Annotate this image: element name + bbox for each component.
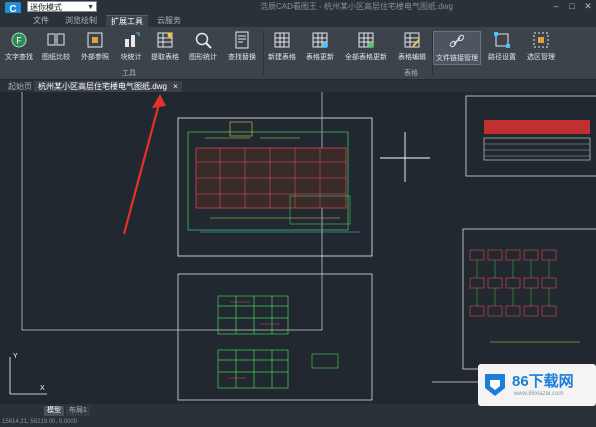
title-bar: C 迷你模式 ▼ 浩辰CAD看图王 - 杭州某小区高层住宅楼电气图纸.dwg –… [0, 0, 596, 18]
close-icon[interactable]: × [173, 82, 178, 91]
file-link-label: 文件链接管理 [436, 55, 478, 62]
minimize-button[interactable]: – [548, 0, 564, 12]
tab-drawing-label: 杭州某小区高层住宅楼电气图纸.dwg [38, 82, 167, 91]
crosshair-cursor [380, 132, 430, 182]
cad-drawing: Y X [9, 92, 596, 401]
new-table-label: 新建表格 [268, 54, 296, 61]
sheet-border-left [21, 92, 323, 331]
annotation-arrow [122, 99, 162, 235]
graphic-statistics-icon [195, 32, 212, 49]
table-update-button[interactable]: 表格更新 [302, 31, 338, 65]
extract-table-label: 提取表格 [151, 54, 179, 61]
status-bar: 模型 布局1 15614.21, 58219.00, 0.0000 [0, 404, 596, 427]
site-watermark: 86下载网 www.86xiazai.com [478, 364, 596, 406]
tab-model[interactable]: 模型 [44, 406, 64, 416]
update-all-tables-icon [358, 32, 374, 48]
tab-file[interactable]: 文件 [28, 15, 54, 27]
drawing-compare-button[interactable]: 图纸比较 [39, 31, 73, 65]
text-find-button[interactable]: F 文字查找 [2, 31, 36, 65]
extract-table-button[interactable]: 提取表格 [148, 31, 182, 65]
mode-select-value: 迷你模式 [30, 3, 62, 12]
selection-manager-icon [533, 32, 549, 48]
graphic-statistics-label: 图形统计 [189, 54, 217, 61]
table-edit-label: 表格编辑 [398, 54, 426, 61]
path-settings-label: 路径设置 [488, 54, 516, 61]
find-replace-label: 查找替换 [228, 54, 256, 61]
close-button[interactable]: ✕ [580, 0, 596, 12]
find-replace-icon [235, 31, 249, 49]
text-find-icon: F [11, 32, 27, 48]
cursor-coordinates: 15614.21, 58219.00, 0.0000 [2, 419, 78, 425]
table-update-icon [312, 32, 328, 48]
ucs-axis-icon: Y X [9, 353, 47, 395]
graphic-statistics-button[interactable]: 图形统计 [185, 31, 221, 65]
selection-manager-label: 选区管理 [527, 54, 555, 61]
tab-browse-draw[interactable]: 浏览绘制 [60, 15, 102, 27]
path-settings-button[interactable]: 路径设置 [484, 31, 520, 65]
new-table-button[interactable]: 新建表格 [265, 31, 299, 65]
ribbon-group-separator [263, 31, 264, 75]
tab-layout-1[interactable]: 布局1 [66, 406, 90, 416]
table-update-label: 表格更新 [306, 54, 334, 61]
tab-drawing[interactable]: 杭州某小区高层住宅楼电气图纸.dwg × [34, 81, 182, 92]
find-replace-button[interactable]: 查找替换 [224, 31, 260, 65]
ribbon-panel: F 文字查找 图纸比较 外部参照 块统计 提取表格 图形统计 查找替换 新建表格… [0, 27, 596, 80]
site-logo-icon [485, 374, 505, 396]
document-tab-bar: 起始页 杭州某小区高层住宅楼电气图纸.dwg × [0, 80, 596, 92]
selection-manager-button[interactable]: 选区管理 [523, 31, 559, 65]
drawing-compare-label: 图纸比较 [42, 54, 70, 61]
block-statistics-label: 块统计 [120, 54, 142, 61]
path-settings-icon [494, 32, 510, 48]
tab-start-page[interactable]: 起始页 [4, 81, 36, 92]
text-find-label: 文字查找 [5, 54, 33, 61]
chevron-down-icon: ▼ [87, 4, 94, 11]
svg-text:F: F [16, 36, 22, 46]
block-statistics-button[interactable]: 块统计 [117, 31, 145, 65]
update-all-tables-button[interactable]: 全部表格更新 [341, 31, 391, 65]
drawing-compare-icon [47, 33, 65, 46]
svg-text:Y: Y [13, 353, 18, 360]
maximize-button[interactable]: □ [564, 0, 580, 12]
ribbon-tab-bar: 文件 浏览绘制 扩展工具 云服务 [0, 13, 596, 28]
table-edit-button[interactable]: 表格编辑 [394, 31, 430, 65]
new-table-icon [274, 32, 290, 48]
external-reference-icon [87, 32, 103, 48]
svg-text:X: X [40, 385, 45, 392]
site-url: www.86xiazai.com [514, 391, 564, 397]
external-reference-button[interactable]: 外部参照 [76, 31, 114, 65]
site-name: 86下载网 [512, 373, 574, 390]
block-statistics-icon [125, 32, 140, 47]
file-link-icon [449, 34, 465, 48]
sheet-frame-4 [177, 273, 373, 401]
file-link-button[interactable]: 文件链接管理 [433, 31, 481, 65]
tools-group-label: 工具 [122, 70, 136, 77]
extract-table-icon [157, 32, 173, 48]
tab-cloud-service[interactable]: 云服务 [152, 15, 186, 27]
table-edit-icon [404, 32, 420, 48]
mode-select[interactable]: 迷你模式 ▼ [27, 1, 97, 12]
sheet-frame-2 [465, 95, 596, 177]
drawing-canvas[interactable]: Y X [0, 92, 596, 404]
update-all-tables-label: 全部表格更新 [345, 54, 387, 61]
external-reference-label: 外部参照 [81, 54, 109, 61]
window-title: 浩辰CAD看图王 - 杭州某小区高层住宅楼电气图纸.dwg [260, 2, 453, 11]
table-group-label: 表格 [404, 70, 418, 77]
